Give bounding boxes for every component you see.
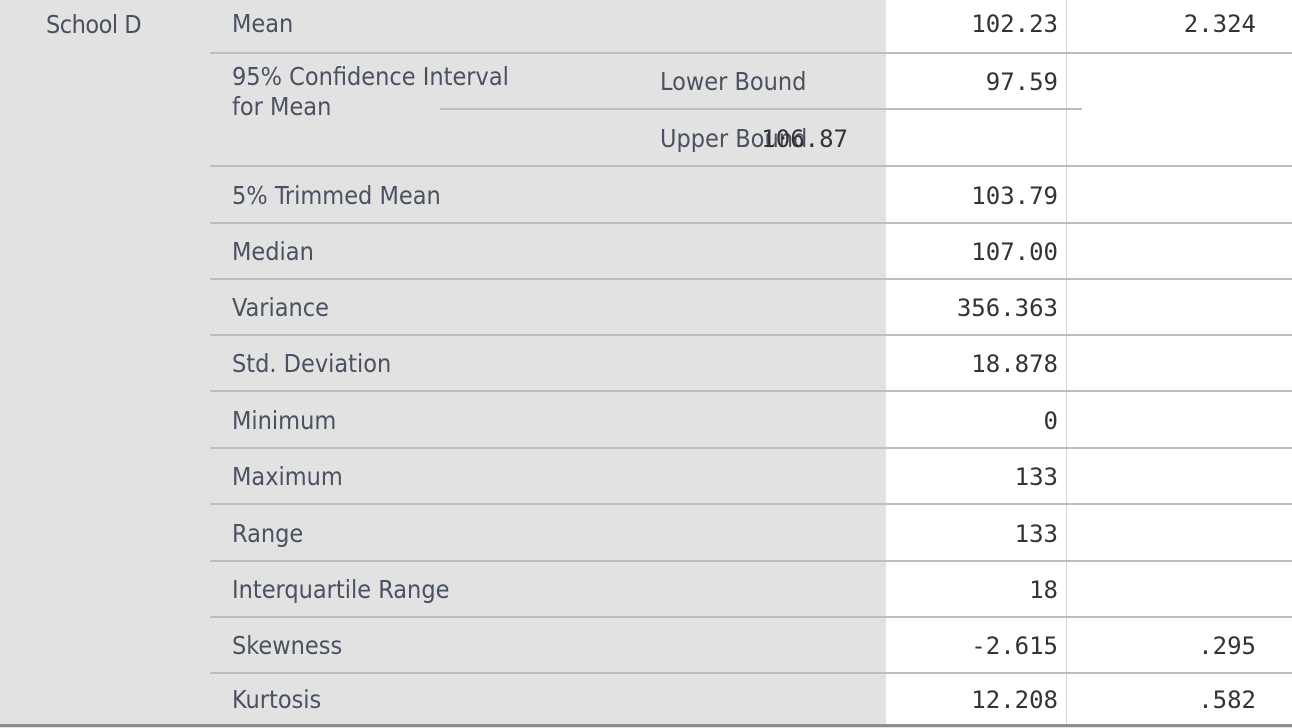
- statistic-value: 133: [1014, 463, 1058, 491]
- ci-label-line1: 95% Confidence Interval: [232, 62, 509, 91]
- statistic-value: 107.00: [971, 238, 1058, 266]
- table-row: Maximum 133: [210, 447, 1292, 505]
- row-label: Mean: [232, 9, 294, 38]
- row-label: Variance: [232, 293, 329, 322]
- row-label: Skewness: [232, 631, 343, 660]
- statistic-value: 0: [1043, 406, 1058, 435]
- std-error-value: .582: [1198, 686, 1256, 714]
- table-row: Minimum 0: [210, 390, 1292, 449]
- statistic-value: 106.87: [761, 124, 848, 153]
- table-row: 5% Trimmed Mean 103.79: [210, 165, 1292, 224]
- table-row: Std. Deviation 18.878: [210, 334, 1292, 392]
- row-label: Kurtosis: [232, 685, 322, 714]
- table-row: Kurtosis 12.208 .582: [210, 672, 1292, 726]
- statistic-value: 18.878: [971, 350, 1058, 378]
- row-label: 5% Trimmed Mean: [232, 180, 441, 210]
- row-sublabel: Lower Bound: [660, 67, 807, 96]
- statistic-value: 12.208: [971, 686, 1058, 714]
- statistic-value: -2.615: [971, 632, 1058, 660]
- row-label: Std. Deviation: [232, 349, 392, 378]
- statistic-value: 133: [1014, 519, 1058, 548]
- statistic-value: 102.23: [971, 10, 1058, 38]
- ci-label-line2: for Mean: [232, 92, 332, 121]
- row-label: Median: [232, 237, 314, 266]
- statistic-value: 103.79: [971, 181, 1058, 210]
- group-label: School D: [46, 10, 142, 39]
- row-label: Interquartile Range: [232, 575, 450, 604]
- table-row: Skewness -2.615 .295: [210, 616, 1292, 674]
- row-label: Maximum: [232, 462, 343, 491]
- statistic-value: 97.59: [985, 68, 1058, 96]
- statistic-value: 356.363: [956, 294, 1058, 322]
- descriptives-table: School D Mean 102.23 2.324 Lower Bound 97.59…: [0, 0, 1292, 727]
- statistic-value: 18: [1029, 576, 1058, 604]
- table-row: Median 107.00: [210, 222, 1292, 280]
- table-row: Interquartile Range 18: [210, 560, 1292, 618]
- std-error-value: .295: [1198, 632, 1256, 660]
- table-row: Variance 356.363: [210, 278, 1292, 336]
- table-row: Mean 102.23 2.324: [210, 0, 1292, 52]
- table-row: Range 133: [210, 503, 1292, 562]
- row-label: Range: [232, 518, 304, 548]
- ci-label: 95% Confidence Interval for Mean: [232, 62, 632, 122]
- row-label: Minimum: [232, 405, 337, 435]
- std-error-value: 2.324: [1183, 10, 1256, 38]
